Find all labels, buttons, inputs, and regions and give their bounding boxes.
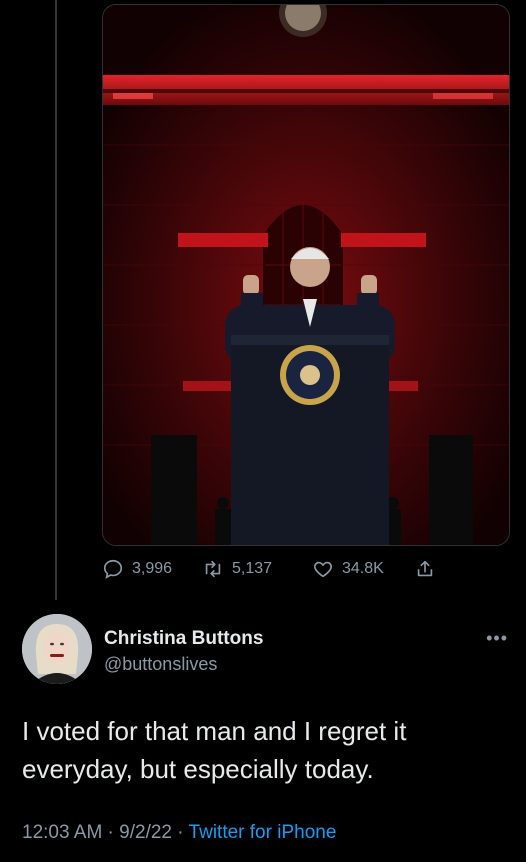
retweet-count: 5,137 [232, 560, 273, 577]
avatar-portrait [22, 614, 92, 684]
tweet-text: I voted for that man and I regret it eve… [22, 712, 512, 788]
like-count: 34.8K [342, 560, 384, 577]
author-name[interactable]: Christina Buttons [104, 628, 263, 650]
reply-button[interactable]: 3,996 [102, 558, 194, 580]
speech-photo-graphic [103, 5, 509, 545]
thread-connector-line [55, 0, 57, 600]
retweet-icon [205, 560, 221, 578]
tweet-metadata: 12:03 AM · 9/2/22 · Twitter for iPhone [22, 822, 336, 844]
avatar[interactable] [22, 614, 92, 684]
meta-separator: · [102, 822, 120, 843]
tweet-time[interactable]: 12:03 AM [22, 822, 102, 843]
reply-icon [103, 559, 123, 579]
tweet-action-bar: 3,996 5,137 34.8K [102, 554, 508, 584]
author-handle[interactable]: @buttonslives [104, 654, 217, 675]
reply-count: 3,996 [132, 560, 173, 577]
tweet-source-link[interactable]: Twitter for iPhone [189, 822, 337, 843]
meta-separator: · [172, 822, 189, 843]
tweet-date[interactable]: 9/2/22 [119, 822, 172, 843]
tweet-text-line-2: everyday, but especially today. [22, 754, 374, 784]
more-icon: ••• [486, 628, 508, 648]
retweet-button[interactable]: 5,137 [202, 558, 306, 580]
share-icon [417, 560, 433, 577]
like-icon [314, 561, 332, 578]
tweet-author: Christina Buttons @buttonslives ••• [22, 614, 512, 686]
like-button[interactable]: 34.8K [312, 558, 414, 580]
more-options-button[interactable]: ••• [486, 628, 508, 649]
share-button[interactable] [414, 558, 436, 580]
tweet-text-line-1: I voted for that man and I regret it [22, 716, 407, 746]
tweet-photo[interactable] [102, 4, 510, 546]
